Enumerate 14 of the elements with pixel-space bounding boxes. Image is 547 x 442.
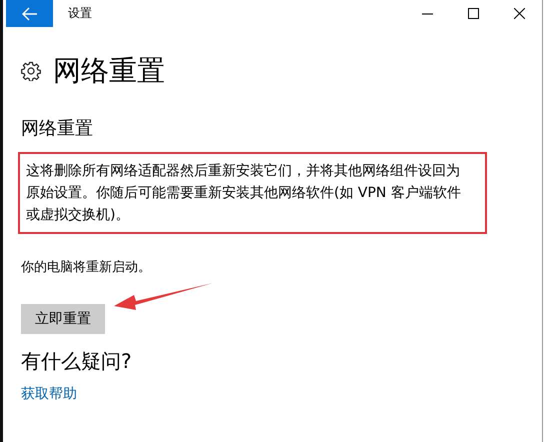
restart-note: 你的电脑将重新启动。 [21, 259, 152, 276]
back-arrow-icon [22, 6, 38, 20]
maximize-icon [468, 8, 478, 19]
get-help-link[interactable]: 获取帮助 [21, 385, 77, 403]
settings-icon [21, 61, 41, 81]
page-title: 网络重置 [53, 53, 165, 89]
description-text: 这将删除所有网络适配器然后重新安装它们，并将其他网络组件设回为原始设置。你随后可能需要重新安装其他网络软件(如 VPN 客户端软件或虚拟交换机)。 [18, 152, 487, 234]
window-title: 设置 [68, 5, 93, 22]
back-button[interactable] [6, 0, 53, 27]
minimize-icon [422, 12, 432, 14]
section-title: 网络重置 [21, 117, 94, 140]
reset-now-button[interactable]: 立即重置 [21, 304, 105, 334]
help-title: 有什么疑问? [21, 348, 133, 375]
close-icon [514, 8, 524, 19]
